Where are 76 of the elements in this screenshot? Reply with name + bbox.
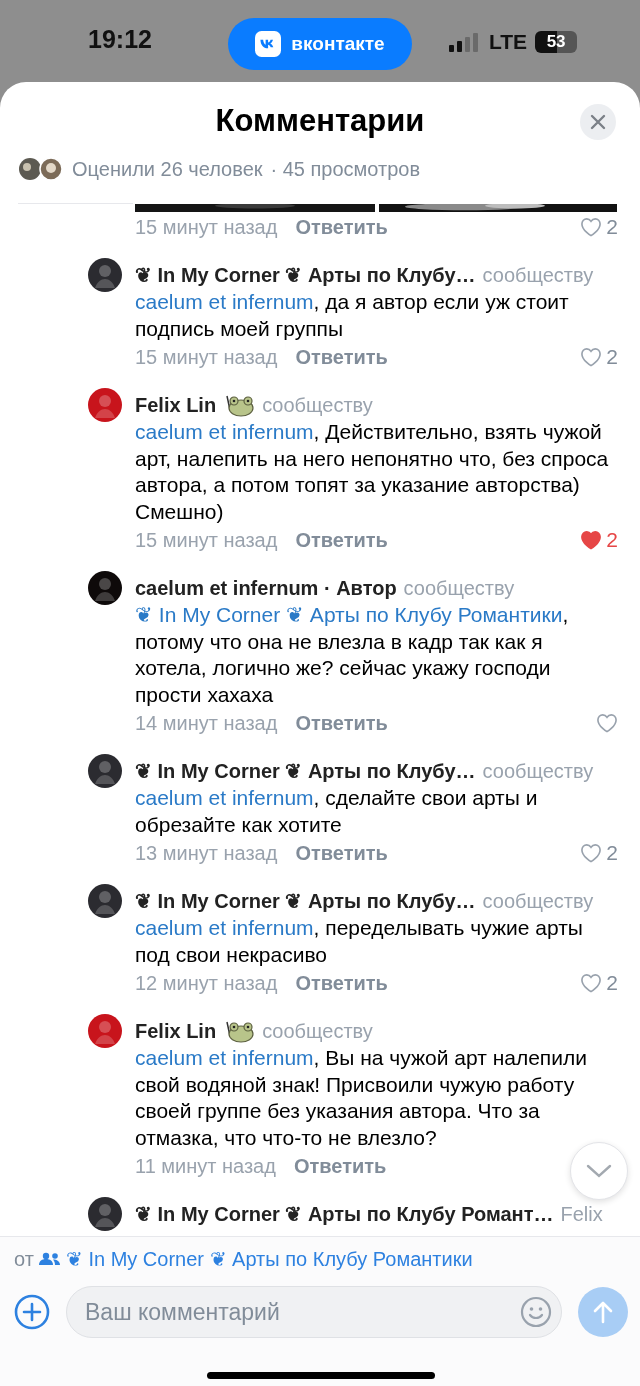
author-name[interactable]: ❦ In My Corner ❦ Арты по Клубу Романт… (135, 1202, 554, 1226)
like-count: 2 (606, 345, 618, 369)
emoji-icon[interactable] (520, 1296, 552, 1328)
comment-text: ❦ In My Corner ❦ Арты по Клубу Романтики, потому что она не влезла в кадр так как я хотела, логично же? сейчас укажу господи прости хахаха (135, 602, 570, 708)
author-name[interactable]: Felix Lin (135, 1019, 217, 1043)
reply-target-label: сообществу (262, 393, 373, 417)
close-button[interactable] (580, 104, 616, 140)
likes-summary[interactable]: Оценили 26 человек (72, 157, 263, 181)
mention-link[interactable]: caelum et infernum (135, 420, 314, 443)
sheet-title: Комментарии (215, 103, 425, 139)
reply-target-label: сообществу (262, 1019, 373, 1043)
reply-link[interactable]: Ответить (295, 215, 388, 239)
reply-link[interactable]: Ответить (295, 841, 388, 865)
mention-link[interactable]: caelum et infernum (135, 290, 314, 313)
avatar[interactable] (88, 884, 122, 918)
avatar[interactable] (88, 1197, 122, 1231)
mention-link[interactable]: caelum et infernum (135, 916, 314, 939)
comment-time: 12 минут назад (135, 971, 278, 995)
reply-link[interactable]: Ответить (293, 1154, 387, 1178)
like-count: 2 (606, 971, 618, 995)
comment-text: caelum et infernum, Вы на чужой арт налепили свой водяной знак! Присвоили чужую работу своей группе без указания автора. Что за отмазка, что что-то не влезло? (135, 1045, 588, 1151)
reply-target-label: сообществу (482, 889, 594, 913)
comment-time: 15 минут назад (135, 215, 278, 239)
reply-link[interactable]: Ответить (295, 528, 388, 552)
close-icon (589, 113, 607, 131)
reply-target-label: сообществу (482, 759, 594, 783)
comment-time: 14 минут назад (135, 711, 278, 735)
add-icon[interactable] (14, 1294, 50, 1330)
author-name[interactable]: caelum et infernum · Автор (135, 576, 397, 600)
views-count: · 45 просмотров (270, 157, 421, 181)
avatar[interactable] (88, 258, 122, 292)
comment-text: caelum et infernum, переделывать чужие арты под свои некрасиво (135, 915, 584, 968)
like-heart-icon[interactable] (580, 347, 603, 367)
chevron-down-icon (586, 1163, 612, 1179)
reply-target-label: сообществу (482, 263, 594, 287)
like-heart-icon[interactable] (596, 713, 618, 733)
mention-link[interactable]: caelum et infernum (135, 1046, 314, 1069)
comment-time: 15 минут назад (135, 528, 278, 552)
group-icon (38, 1252, 61, 1266)
comment-time: 11 минут назад (135, 1154, 276, 1178)
reply-link[interactable]: Ответить (295, 711, 388, 735)
network-label: LTE (489, 30, 528, 54)
comment-time: 15 минут назад (135, 345, 278, 369)
battery-indicator: 53 (535, 31, 578, 53)
like-heart-icon[interactable] (580, 843, 603, 863)
from-label: от (14, 1247, 34, 1271)
author-name[interactable]: Felix Lin (135, 393, 217, 417)
liker-avatars (18, 157, 64, 181)
signal-icon (449, 32, 481, 52)
like-count: 2 (606, 528, 618, 552)
like-heart-icon[interactable] (580, 973, 603, 993)
arrow-up-icon (592, 1300, 614, 1324)
comment-input[interactable]: Ваш комментарий (66, 1286, 562, 1338)
avatar[interactable] (88, 754, 122, 788)
author-name[interactable]: ❦ In My Corner ❦ Арты по Клубу… (135, 263, 476, 287)
vk-logo-icon (255, 31, 282, 57)
comment-time: 13 минут назад (135, 841, 278, 865)
reply-target-label: сообществу (403, 576, 515, 600)
like-count: 2 (606, 841, 618, 865)
status-time: 19:12 (88, 24, 152, 54)
avatar[interactable] (88, 571, 122, 605)
reply-link[interactable]: Ответить (295, 345, 388, 369)
reply-link[interactable]: Ответить (295, 971, 388, 995)
comment-text: caelum et infernum, да я автор если уж стоит подпись моей группы (135, 289, 570, 342)
mention-link[interactable]: caelum et infernum (135, 786, 314, 809)
author-group-link[interactable]: ❦ In My Corner ❦ Арты по Клубу Романтики (65, 1247, 473, 1271)
comment-text: caelum et infernum, сделайте свои арты и обрезайте как хотите (135, 785, 539, 838)
comment-text: caelum et infernum, Действительно, взять чужой арт, налепить на него непонятно что, без спроса автора, а потом топят за указание авторства) Смешно) (135, 419, 610, 525)
reply-target-label: Felix (560, 1202, 603, 1226)
author-name[interactable]: ❦ In My Corner ❦ Арты по Клубу… (135, 889, 476, 913)
app-pill[interactable]: вконтакте (228, 18, 412, 70)
author-name[interactable]: ❦ In My Corner ❦ Арты по Клубу… (135, 759, 476, 783)
mention-link[interactable]: ❦ In My Corner ❦ Арты по Клубу Романтики (135, 603, 563, 626)
like-heart-icon[interactable] (580, 530, 603, 550)
like-count: 2 (606, 215, 618, 239)
like-heart-icon[interactable] (580, 217, 603, 237)
